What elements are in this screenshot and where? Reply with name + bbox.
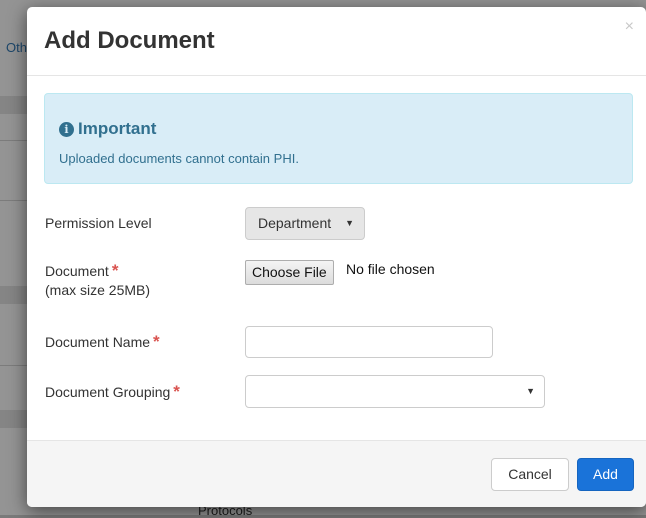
required-asterisk: * — [153, 332, 160, 351]
add-document-modal: Add Document × i Important Uploaded docum… — [27, 7, 646, 507]
document-label: Document — [45, 263, 109, 279]
important-alert: i Important Uploaded documents cannot con… — [44, 93, 633, 184]
choose-file-button[interactable]: Choose File — [245, 260, 334, 285]
file-status-text: No file chosen — [346, 261, 435, 277]
alert-message: Uploaded documents cannot contain PHI. — [59, 151, 299, 166]
document-name-input[interactable] — [245, 326, 493, 358]
alert-heading: i Important — [59, 119, 156, 139]
close-icon[interactable]: × — [625, 19, 634, 35]
alert-title: Important — [78, 119, 157, 138]
add-button[interactable]: Add — [577, 458, 634, 491]
modal-footer: Cancel Add — [27, 440, 646, 507]
required-asterisk: * — [111, 261, 119, 280]
document-name-label-group: Document Name * — [45, 332, 160, 352]
permission-level-value: Department — [258, 215, 332, 231]
modal-title: Add Document — [44, 27, 215, 54]
document-name-label: Document Name — [45, 334, 151, 350]
permission-level-label: Permission Level — [45, 215, 152, 231]
caret-down-icon: ▼ — [526, 386, 535, 396]
document-size-hint: (max size 25MB) — [45, 282, 151, 298]
document-label-group: Document * (max size 25MB) — [45, 261, 150, 300]
document-grouping-label: Document Grouping — [45, 384, 171, 400]
document-grouping-label-group: Document Grouping * — [45, 382, 180, 402]
caret-down-icon: ▼ — [345, 218, 354, 228]
modal-header: Add Document × — [27, 7, 646, 76]
required-asterisk: * — [173, 382, 180, 401]
document-grouping-select[interactable]: ▼ — [245, 375, 545, 408]
cancel-button[interactable]: Cancel — [491, 458, 569, 491]
info-icon: i — [59, 122, 74, 137]
permission-level-dropdown[interactable]: Department ▼ — [245, 207, 365, 240]
